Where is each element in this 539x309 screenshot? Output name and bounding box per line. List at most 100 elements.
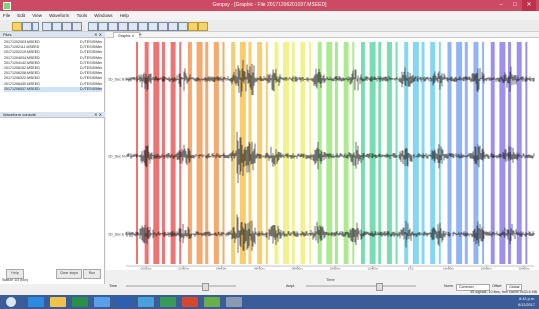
x-tick-label: 02h00m bbox=[178, 267, 189, 270]
explorer-icon[interactable] bbox=[50, 297, 66, 307]
run-button[interactable]: Run bbox=[83, 269, 101, 279]
app-icon-2[interactable] bbox=[182, 297, 198, 307]
time-slider-handle[interactable] bbox=[202, 283, 209, 291]
x-tick-label: 00h10m bbox=[141, 267, 152, 270]
clock-date: 6/12/2017 bbox=[518, 303, 535, 307]
taskbar: 8:43 p.m. 6/12/2017 bbox=[0, 295, 539, 309]
view-map-icon[interactable] bbox=[62, 22, 72, 31]
highlight-band bbox=[456, 42, 463, 264]
title-bar: Geopsy - [Graphic - File 20171206201037.… bbox=[0, 0, 539, 11]
spectrum-icon[interactable] bbox=[118, 22, 128, 31]
ampl-slider[interactable] bbox=[306, 283, 416, 291]
files-panel-title: Files bbox=[3, 32, 12, 37]
minimize-button[interactable]: – bbox=[494, 0, 508, 11]
highlight-band bbox=[161, 42, 165, 264]
highlight-band bbox=[196, 42, 203, 264]
file-name: 20171206537.MSEED bbox=[4, 86, 40, 91]
ampl-label: Ampl. bbox=[286, 284, 296, 288]
maximize-button[interactable]: □ bbox=[508, 0, 522, 11]
menu-windows[interactable]: Windows bbox=[91, 11, 115, 20]
app-icon-3[interactable] bbox=[204, 297, 220, 307]
highlight-band bbox=[343, 42, 349, 264]
open-icon[interactable] bbox=[12, 22, 22, 31]
filter-icon[interactable] bbox=[108, 22, 118, 31]
highlight-band bbox=[205, 42, 209, 264]
x-tick-label: 08h00m bbox=[292, 267, 303, 270]
folder-icon[interactable] bbox=[198, 22, 208, 31]
highlight-band bbox=[153, 42, 160, 264]
x-axis-label: Time bbox=[326, 277, 335, 282]
run-icon[interactable] bbox=[188, 22, 198, 31]
view-chart-icon[interactable] bbox=[72, 22, 82, 31]
menu-bar: File Edit View Waveform Tools Windows He… bbox=[0, 11, 539, 20]
ie-icon[interactable] bbox=[28, 297, 44, 307]
view-table-icon[interactable] bbox=[42, 22, 52, 31]
pick-icon[interactable] bbox=[98, 22, 108, 31]
save-icon[interactable] bbox=[22, 22, 32, 31]
menu-view[interactable]: View bbox=[29, 11, 45, 20]
word-icon[interactable] bbox=[116, 297, 132, 307]
highlight-band bbox=[499, 42, 506, 264]
menu-file[interactable]: File bbox=[0, 11, 13, 20]
menu-edit[interactable]: Edit bbox=[14, 11, 28, 20]
status-left: Station 1/3 (low) bbox=[2, 278, 28, 282]
x-tick-label: 06h00m bbox=[254, 267, 265, 270]
config-icon[interactable] bbox=[178, 22, 188, 31]
highlight-band bbox=[213, 42, 219, 264]
x-tick-label: 12h00m bbox=[367, 267, 378, 270]
highlight-band bbox=[430, 42, 436, 264]
ampl-slider-handle[interactable] bbox=[376, 283, 383, 291]
taskbar-clock: 8:43 p.m. 6/12/2017 bbox=[518, 296, 535, 308]
app-icon-4[interactable] bbox=[226, 297, 242, 307]
file-path: D:/TESIS/Men... bbox=[80, 86, 102, 91]
x-tick-label: 04h00m bbox=[216, 267, 227, 270]
waveform-console-title: Waveform console bbox=[3, 112, 36, 117]
x-tick-label: 1/12 bbox=[408, 267, 414, 270]
export-icon[interactable] bbox=[168, 22, 178, 31]
highlight-band bbox=[378, 42, 382, 264]
menu-tools[interactable]: Tools bbox=[74, 11, 91, 20]
waveform-graph[interactable]: 1D_Dec B 1D_Dec N 1D_Dec E 00h10m 02h00m 04h0… bbox=[106, 38, 539, 270]
merge-icon[interactable] bbox=[148, 22, 158, 31]
offset-label: Offset bbox=[492, 284, 502, 288]
highlight-band bbox=[386, 42, 392, 264]
files-panel-controls[interactable]: ✕ ✕ bbox=[94, 32, 102, 38]
time-label: Time bbox=[109, 284, 117, 288]
status-right: 45 signals, 10 files, free cache 9433.6 … bbox=[470, 290, 537, 294]
highlight-band bbox=[516, 42, 522, 264]
start-icon[interactable] bbox=[6, 297, 16, 307]
x-tick-label: 10h00m bbox=[330, 267, 341, 270]
menu-help[interactable]: Help bbox=[117, 11, 132, 20]
channel-label: 1D_Dec N bbox=[108, 155, 125, 159]
window-title: Geopsy - [Graphic - File 20171206201037.… bbox=[212, 2, 327, 8]
media-icon[interactable] bbox=[138, 297, 154, 307]
highlight-band bbox=[447, 42, 452, 264]
highlight-band bbox=[395, 42, 398, 264]
clear-steps-button[interactable]: Clear steps bbox=[56, 269, 82, 279]
file-row[interactable]: 20171206537.MSEED D:/TESIS/Men... bbox=[4, 86, 102, 92]
close-button[interactable]: ✕ bbox=[522, 0, 536, 11]
x-tick-label: 18h00m bbox=[481, 267, 492, 270]
view-graphic-icon[interactable] bbox=[52, 22, 62, 31]
stack-icon[interactable] bbox=[158, 22, 168, 31]
channel-label: 1D_Dec B bbox=[108, 78, 125, 82]
highlight-band bbox=[291, 42, 295, 264]
highlight-band bbox=[300, 42, 306, 264]
home-icon[interactable] bbox=[94, 297, 110, 307]
excel-icon[interactable] bbox=[72, 297, 88, 307]
toolbar bbox=[0, 20, 539, 32]
dropdown-icon[interactable] bbox=[32, 22, 39, 31]
highlight-band bbox=[335, 42, 338, 264]
rotate-icon[interactable] bbox=[128, 22, 138, 31]
highlight-band bbox=[136, 42, 138, 264]
highlight-band bbox=[464, 42, 468, 264]
waveform-console-controls[interactable]: ✕ ✕ bbox=[94, 112, 102, 118]
highlight-band bbox=[525, 42, 528, 264]
time-slider[interactable] bbox=[126, 283, 236, 291]
waveform-plot[interactable]: 1D_Dec B 1D_Dec N 1D_Dec E 00h10m 02h00m 04h0… bbox=[106, 38, 539, 270]
chrome-icon[interactable] bbox=[160, 297, 176, 307]
menu-waveform[interactable]: Waveform bbox=[46, 11, 72, 20]
highlight-band bbox=[369, 42, 376, 264]
cut-icon[interactable] bbox=[138, 22, 148, 31]
zoom-icon[interactable] bbox=[88, 22, 98, 31]
